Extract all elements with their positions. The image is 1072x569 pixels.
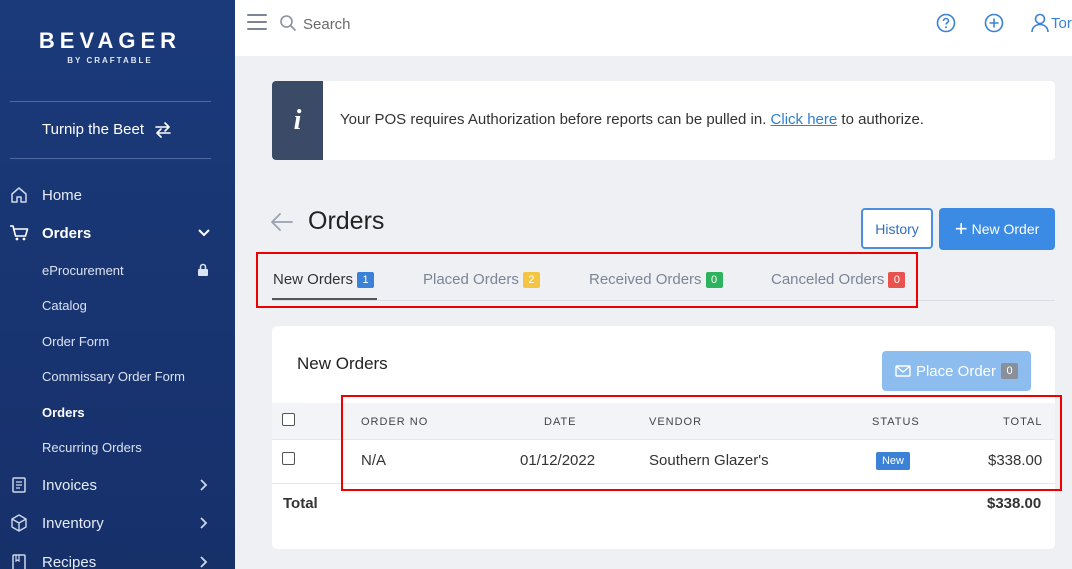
invoice-icon bbox=[9, 475, 29, 495]
sidebar-item-home[interactable]: Home bbox=[0, 180, 235, 210]
help-icon[interactable] bbox=[935, 12, 957, 34]
brand-name: BEVAGER bbox=[38, 28, 182, 53]
table-highlight-box bbox=[341, 395, 1062, 491]
sidebar-subitem-catalog[interactable]: Catalog bbox=[42, 298, 87, 313]
chevron-right-icon bbox=[197, 555, 211, 569]
sidebar-item-inventory[interactable]: Inventory bbox=[0, 508, 235, 538]
location-switcher[interactable]: Turnip the Beet bbox=[42, 121, 172, 138]
chevron-down-icon bbox=[197, 226, 211, 240]
alert-text-after: to authorize. bbox=[841, 111, 924, 128]
sidebar-item-label: Inventory bbox=[42, 514, 104, 532]
page-title: Orders bbox=[308, 207, 385, 235]
place-order-label: Place Order bbox=[915, 362, 997, 380]
swap-arrows-icon bbox=[155, 121, 171, 138]
new-order-label: New Order bbox=[971, 221, 1040, 237]
hamburger-menu-icon[interactable] bbox=[247, 14, 267, 32]
search-input[interactable] bbox=[303, 12, 603, 36]
card-title: New Orders bbox=[297, 354, 388, 373]
sidebar-subitem-commissary-order-form[interactable]: Commissary Order Form bbox=[42, 369, 185, 384]
sidebar-subitem-eprocurement[interactable]: eProcurement bbox=[42, 263, 124, 278]
sidebar-divider bbox=[10, 158, 211, 159]
sidebar-item-label: Invoices bbox=[42, 476, 98, 494]
total-label: Total bbox=[283, 495, 318, 512]
sidebar-item-invoices[interactable]: Invoices bbox=[0, 470, 235, 500]
tabs-highlight-box bbox=[256, 252, 918, 308]
place-order-button[interactable]: Place Order 0 bbox=[882, 351, 1031, 391]
total-value: $338.00 bbox=[987, 495, 1042, 512]
recipe-book-icon bbox=[9, 552, 29, 569]
authorize-link[interactable]: Click here bbox=[771, 111, 838, 128]
place-order-count-badge: 0 bbox=[1001, 363, 1019, 379]
sidebar-item-label: Recipes bbox=[42, 553, 97, 569]
sidebar-divider bbox=[10, 101, 211, 102]
home-icon bbox=[9, 185, 29, 205]
alert-message: Your POS requires Authorization before r… bbox=[340, 111, 924, 128]
search-icon bbox=[280, 15, 297, 32]
brand-subtitle: BY CRAFTABLE bbox=[67, 56, 153, 65]
plus-icon: + bbox=[954, 216, 968, 241]
alert-text-before: Your POS requires Authorization before r… bbox=[340, 111, 767, 128]
chevron-right-icon bbox=[197, 516, 211, 530]
location-name: Turnip the Beet bbox=[42, 121, 145, 138]
brand-logo[interactable]: BEVAGER BY CRAFTABLE bbox=[0, 28, 220, 65]
sidebar-item-label: Orders bbox=[42, 224, 92, 242]
row-checkbox[interactable] bbox=[282, 452, 295, 465]
sidebar-subitem-orders[interactable]: Orders bbox=[42, 405, 85, 420]
select-all-checkbox[interactable] bbox=[282, 413, 295, 426]
envelope-icon bbox=[895, 365, 911, 377]
back-arrow-icon[interactable] bbox=[270, 211, 294, 233]
sidebar-item-label: Home bbox=[42, 186, 83, 204]
sidebar-item-orders[interactable]: Orders bbox=[0, 218, 235, 248]
info-icon: i bbox=[272, 81, 323, 160]
user-name[interactable]: Tor bbox=[1051, 15, 1072, 32]
sidebar: BEVAGER BY CRAFTABLE Turnip the Beet Hom… bbox=[0, 0, 235, 569]
top-bar: Tor bbox=[235, 0, 1072, 56]
history-button[interactable]: History bbox=[861, 208, 933, 249]
sidebar-subitem-order-form[interactable]: Order Form bbox=[42, 334, 109, 349]
sidebar-item-recipes[interactable]: Recipes bbox=[0, 547, 235, 569]
new-order-button[interactable]: + New Order bbox=[939, 208, 1055, 250]
chevron-right-icon bbox=[197, 478, 211, 492]
sidebar-subitem-recurring-orders[interactable]: Recurring Orders bbox=[42, 440, 142, 455]
add-circle-icon[interactable] bbox=[983, 12, 1005, 34]
cart-icon bbox=[9, 223, 29, 243]
pos-authorization-alert: i Your POS requires Authorization before… bbox=[272, 81, 1055, 160]
box-icon bbox=[9, 513, 29, 533]
lock-icon bbox=[198, 263, 208, 276]
user-icon[interactable] bbox=[1029, 12, 1051, 34]
